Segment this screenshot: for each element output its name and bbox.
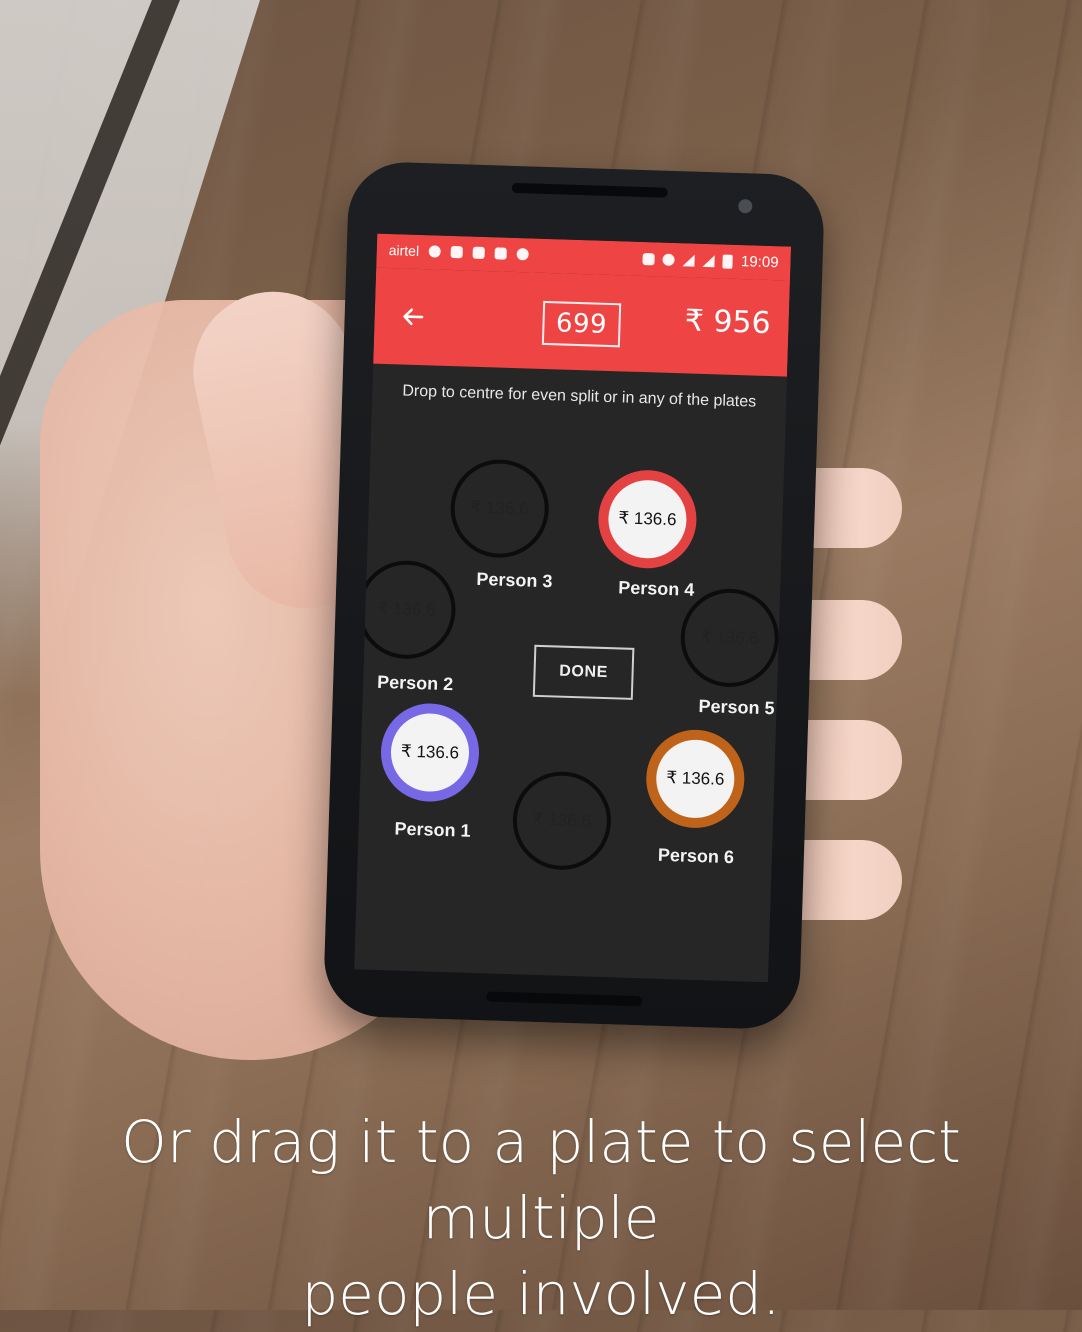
plate-label-person-2: Person 2 [376, 671, 454, 695]
usb-icon [472, 246, 486, 260]
plate-label-person-6: Person 6 [657, 844, 735, 868]
plate-amount: ₹ 136.6 [377, 598, 436, 620]
plate-person-4[interactable]: ₹ 136.6 [596, 468, 698, 570]
plates-area: ₹ 136.6 Person 3 ₹ 136.6 Person 4 ₹ 136.… [355, 420, 785, 953]
plate-center[interactable]: ₹ 136.6 [511, 770, 613, 872]
status-time: 19:09 [740, 253, 779, 272]
plate-amount: ₹ 136.6 [400, 741, 460, 763]
carrier-text: airtel [388, 242, 420, 259]
plate-label-person-4: Person 4 [617, 577, 695, 600]
warning-icon [494, 247, 508, 260]
status-left: airtel [389, 242, 530, 262]
plate-amount: ₹ 136.6 [470, 497, 530, 519]
plate-label-person-3: Person 3 [476, 568, 553, 592]
phone-speaker-bottom [486, 991, 643, 1007]
status-right: 19:09 [642, 250, 779, 272]
phone: airtel 19:09 699 ₹ 956 Drop to centre fo… [322, 160, 826, 1031]
vibrate-icon [642, 252, 656, 265]
phone-speaker-top [511, 182, 668, 198]
app-bar: 699 ₹ 956 [373, 267, 790, 377]
caption-line-1: Or drag it to a plate to select multiple [121, 1108, 961, 1252]
done-button[interactable]: DONE [532, 644, 635, 700]
plate-person-1[interactable]: ₹ 136.6 [379, 702, 481, 804]
caption-line-2: people involved. [301, 1260, 781, 1328]
debug-icon [516, 248, 530, 261]
signal-icon [702, 254, 716, 267]
wifi-icon [682, 253, 696, 267]
plate-amount: ₹ 136.6 [700, 627, 760, 648]
plate-person-6[interactable]: ₹ 136.6 [644, 728, 746, 830]
plate-person-5[interactable]: ₹ 136.6 [679, 587, 781, 689]
plate-label-person-5: Person 5 [698, 695, 775, 719]
plate-amount: ₹ 136.6 [618, 508, 677, 530]
back-button[interactable] [390, 294, 435, 339]
arrow-left-icon [403, 308, 424, 326]
total-amount: ₹ 956 [684, 303, 772, 342]
image-icon [450, 245, 464, 259]
instruction-text: Drop to centre for even split or in any … [402, 382, 757, 411]
plate-person-3[interactable]: ₹ 136.6 [449, 458, 551, 560]
alarm-icon [662, 253, 676, 266]
plate-person-2[interactable]: ₹ 136.6 [355, 559, 457, 661]
app-screen: airtel 19:09 699 ₹ 956 Drop to centre fo… [354, 233, 792, 983]
plate-label-person-1: Person 1 [394, 818, 471, 841]
plate-amount: ₹ 136.6 [665, 767, 725, 789]
front-camera [738, 198, 753, 214]
caption: Or drag it to a plate to select multiple… [0, 1104, 1082, 1332]
f-icon [428, 245, 442, 258]
split-count-box[interactable]: 699 [541, 300, 622, 348]
plate-amount: ₹ 136.6 [532, 809, 592, 831]
battery-icon [722, 254, 734, 269]
